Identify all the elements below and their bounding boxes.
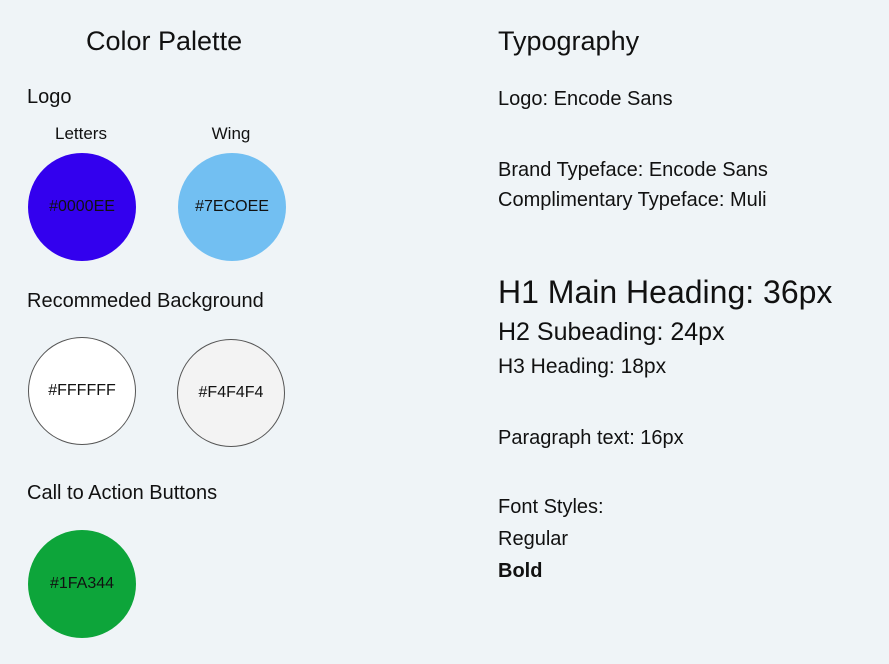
brand-typeface-line: Brand Typeface: Encode Sans [498,159,768,181]
background-group-label: Recommeded Background [27,290,264,312]
cta-green-swatch: #1FA344 [28,530,136,638]
letters-hex-label: #0000EE [49,198,115,215]
h3-sample: H3 Heading: 18px [498,355,667,378]
complimentary-typeface-line: Complimentary Typeface: Muli [498,189,767,211]
light-gray-background-swatch: #F4F4F4 [177,339,285,447]
white-background-swatch: #FFFFFF [28,337,136,445]
typography-title: Typography [498,26,640,56]
color-palette-title: Color Palette [86,26,243,56]
cta-group-label: Call to Action Buttons [27,482,218,504]
letters-color-swatch: #0000EE [28,153,136,261]
logo-font-line: Logo: Encode Sans [498,88,673,110]
wing-hex-label: #7ECOEE [195,198,269,215]
font-styles-label: Font Styles: [498,496,604,518]
bold-style-sample: Bold [498,560,543,582]
regular-style-sample: Regular [498,528,569,550]
h2-sample: H2 Subeading: 24px [498,318,725,346]
paragraph-sample: Paragraph text: 16px [498,427,684,449]
wing-swatch-caption: Wing [211,124,251,143]
logo-group-label: Logo [27,86,72,108]
wing-color-swatch: #7ECOEE [178,153,286,261]
white-hex-label: #FFFFFF [48,382,116,399]
cta-hex-label: #1FA344 [49,575,115,592]
h1-sample: H1 Main Heading: 36px [498,274,833,310]
letters-swatch-caption: Letters [55,124,107,143]
light-gray-hex-label: #F4F4F4 [198,384,264,401]
